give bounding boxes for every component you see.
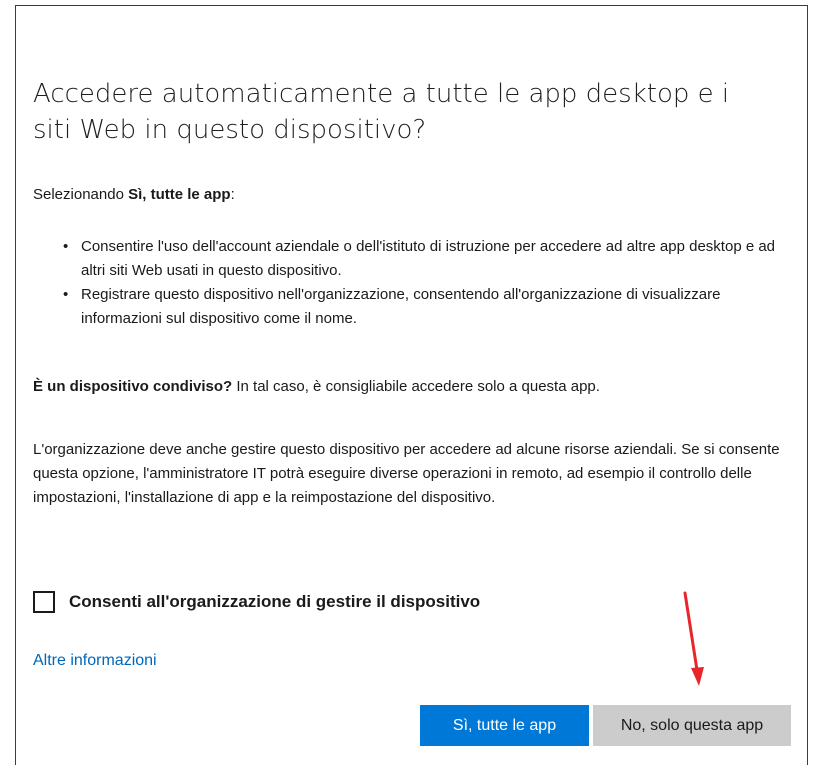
- list-item-text: Consentire l'uso dell'account aziendale …: [81, 238, 776, 279]
- intro-prefix: Selezionando: [33, 186, 129, 203]
- yes-all-apps-button[interactable]: Sì, tutte le app: [420, 705, 589, 746]
- list-item-text: Registrare questo dispositivo nell'organ…: [81, 286, 721, 327]
- list-item: • Registrare questo dispositivo nell'orga…: [33, 283, 793, 331]
- sign-in-dialog: Accedere automaticamente a tutte le app …: [15, 5, 808, 765]
- bullet-icon: •: [63, 286, 69, 303]
- consequence-list: • Consentire l'uso dell'account aziendale…: [33, 235, 793, 331]
- allow-management-row[interactable]: Consenti all'organizzazione di gestire i…: [33, 589, 480, 615]
- list-item: • Consentire l'uso dell'account aziendale…: [33, 235, 793, 283]
- no-this-app-only-button[interactable]: No, solo questa app: [593, 705, 791, 746]
- organization-management-text: L'organizzazione deve anche gestire ques…: [33, 441, 780, 506]
- bullet-icon: •: [63, 238, 69, 255]
- allow-management-label[interactable]: Consenti all'organizzazione di gestire i…: [69, 592, 480, 612]
- intro-suffix: :: [230, 186, 235, 203]
- dialog-title: Accedere automaticamente a tutte le app …: [33, 79, 730, 145]
- screenshot-frame: Accedere automaticamente a tutte le app …: [0, 0, 813, 765]
- intro-text: Selezionando Sì, tutte le app:: [33, 185, 235, 205]
- shared-device-question: È un dispositivo condiviso?: [33, 378, 233, 395]
- more-info-link[interactable]: Altre informazioni: [33, 652, 157, 670]
- shared-device-text: È un dispositivo condiviso? In tal caso,…: [33, 377, 793, 397]
- intro-bold: Sì, tutte le app: [128, 186, 231, 203]
- allow-management-checkbox[interactable]: [33, 591, 55, 613]
- shared-device-advice: In tal caso, è consigliabile accedere so…: [232, 378, 600, 395]
